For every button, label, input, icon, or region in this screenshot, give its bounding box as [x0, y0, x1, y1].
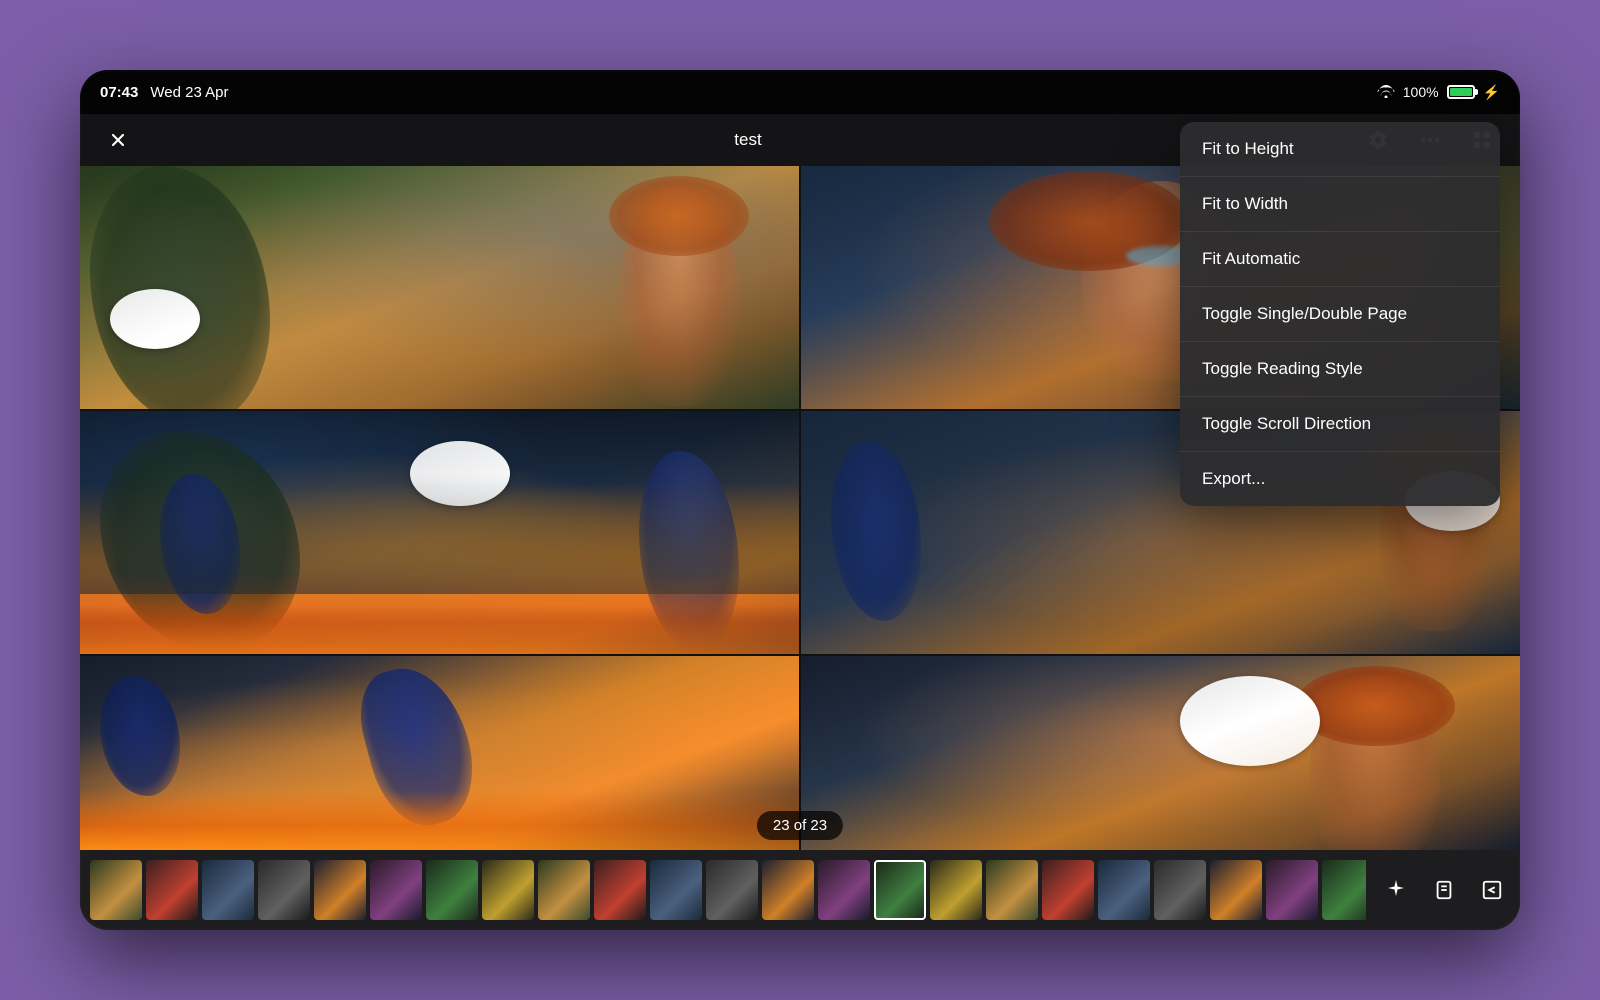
thumbnail-item[interactable]	[986, 860, 1038, 920]
thumbnail-item[interactable]	[1098, 860, 1150, 920]
thumbnail-item[interactable]	[1042, 860, 1094, 920]
thumbnail-item[interactable]	[1210, 860, 1262, 920]
thumbnail-item[interactable]	[314, 860, 366, 920]
menu-item-toggle-single-double[interactable]: Toggle Single/Double Page	[1180, 287, 1500, 342]
header-left	[100, 122, 136, 158]
header-title: test	[734, 130, 761, 150]
battery-bar	[1447, 85, 1475, 99]
single-page-button[interactable]	[1426, 872, 1462, 908]
status-time: 07:43	[100, 84, 138, 101]
thumbnail-item[interactable]	[706, 860, 758, 920]
status-left: 07:43 Wed 23 Apr	[100, 84, 228, 101]
thumbnail-item[interactable]	[594, 860, 646, 920]
thumbnail-item[interactable]	[146, 860, 198, 920]
thumbnail-item[interactable]	[538, 860, 590, 920]
speech-bubble-1	[110, 289, 200, 349]
thumbnail-scroll	[90, 860, 1366, 920]
thumbnail-item[interactable]	[1266, 860, 1318, 920]
thumbnail-item[interactable]	[90, 860, 142, 920]
thumbnail-item[interactable]	[874, 860, 926, 920]
battery-percent: 100%	[1403, 84, 1439, 100]
thumbnail-item[interactable]	[818, 860, 870, 920]
thumbnail-strip	[80, 850, 1520, 930]
thumbnail-item[interactable]	[1322, 860, 1366, 920]
comic-panel-3[interactable]	[80, 411, 799, 654]
speech-bubble-5	[1180, 676, 1320, 766]
comic-panel-6[interactable]	[801, 656, 1520, 850]
menu-item-export[interactable]: Export...	[1180, 452, 1500, 506]
comic-panel-5[interactable]	[80, 656, 799, 850]
context-menu: Fit to HeightFit to WidthFit AutomaticTo…	[1180, 122, 1500, 506]
menu-item-toggle-reading-style[interactable]: Toggle Reading Style	[1180, 342, 1500, 397]
status-date: Wed 23 Apr	[150, 84, 228, 101]
page-indicator-text: 23 of 23	[773, 817, 827, 834]
thumbnail-item[interactable]	[1154, 860, 1206, 920]
menu-item-fit-width[interactable]: Fit to Width	[1180, 177, 1500, 232]
comic-panel-1[interactable]	[80, 166, 799, 409]
thumb-strip-icons	[1370, 872, 1510, 908]
thumbnail-item[interactable]	[202, 860, 254, 920]
status-right: 100% ⚡	[1377, 84, 1500, 101]
status-bar: 07:43 Wed 23 Apr 100% ⚡	[80, 70, 1520, 114]
menu-item-fit-height[interactable]: Fit to Height	[1180, 122, 1500, 177]
thumbnail-item[interactable]	[258, 860, 310, 920]
battery-fill	[1450, 88, 1472, 96]
page-indicator: 23 of 23	[757, 811, 843, 840]
sparkle-button[interactable]	[1378, 872, 1414, 908]
menu-item-toggle-scroll-dir[interactable]: Toggle Scroll Direction	[1180, 397, 1500, 452]
thumbnail-item[interactable]	[930, 860, 982, 920]
thumbnail-item[interactable]	[762, 860, 814, 920]
device-frame: 07:43 Wed 23 Apr 100% ⚡	[80, 70, 1520, 930]
back-button[interactable]	[1474, 872, 1510, 908]
menu-item-fit-auto[interactable]: Fit Automatic	[1180, 232, 1500, 287]
thumbnail-item[interactable]	[426, 860, 478, 920]
thumbnail-item[interactable]	[650, 860, 702, 920]
wifi-icon	[1377, 84, 1395, 101]
thumbnail-item[interactable]	[482, 860, 534, 920]
close-button[interactable]	[100, 122, 136, 158]
charging-icon: ⚡	[1483, 84, 1500, 101]
thumbnail-item[interactable]	[370, 860, 422, 920]
